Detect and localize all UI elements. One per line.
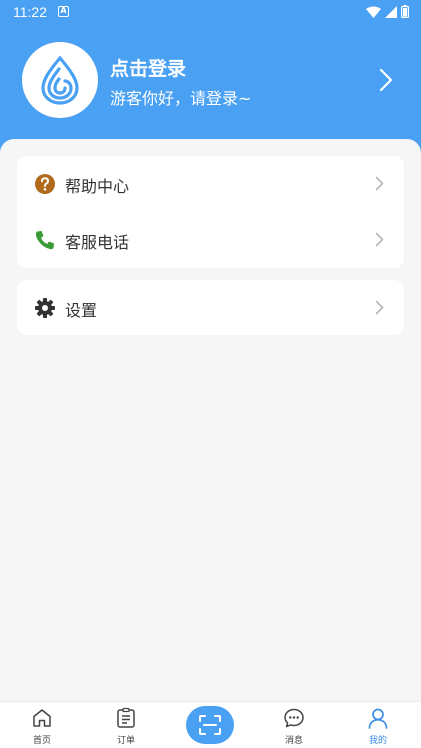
user-icon (368, 708, 388, 729)
phone-icon (35, 231, 54, 250)
avatar (22, 42, 98, 118)
tab-label: 消息 (284, 736, 303, 746)
status-bar: 11:22 A (0, 0, 421, 24)
login-profile[interactable]: 点击登录 游客你好，请登录~ (0, 40, 421, 122)
tab-label: 订单 (116, 736, 135, 746)
settings-card: 设置 (17, 280, 404, 335)
scan-button[interactable] (186, 706, 234, 744)
status-time: 11:22 (13, 4, 47, 20)
content-panel: 帮助中心 客服电话 设置 (0, 139, 421, 701)
menu-item-help-center[interactable]: 帮助中心 (17, 156, 404, 212)
tab-label: 首页 (32, 736, 51, 746)
menu-item-settings[interactable]: 设置 (17, 280, 404, 336)
tab-orders[interactable]: 订单 (84, 702, 168, 748)
tab-home[interactable]: 首页 (0, 702, 84, 748)
chevron-right-icon (375, 232, 384, 247)
water-drop-logo-icon (41, 55, 79, 105)
chevron-right-icon (375, 300, 384, 315)
message-icon (284, 708, 304, 728)
home-icon (33, 709, 51, 727)
status-icons (366, 5, 409, 18)
menu-item-label: 帮助中心 (65, 177, 130, 196)
menu-item-label: 设置 (65, 301, 98, 320)
status-badge: A (58, 6, 69, 17)
order-icon (117, 707, 135, 728)
scan-icon (199, 715, 221, 735)
help-icon (35, 174, 55, 194)
gear-icon (35, 298, 55, 318)
tab-mine[interactable]: 我的 (336, 702, 420, 748)
tab-label: 我的 (368, 736, 387, 746)
wifi-icon (366, 6, 381, 18)
tab-messages[interactable]: 消息 (252, 702, 336, 748)
login-subtitle: 游客你好，请登录~ (110, 89, 252, 108)
signal-icon (385, 5, 397, 18)
menu-item-customer-service[interactable]: 客服电话 (17, 212, 404, 268)
chevron-right-icon (375, 176, 384, 191)
battery-icon (401, 5, 409, 18)
chevron-right-icon (379, 68, 393, 92)
menu-item-label: 客服电话 (65, 233, 130, 252)
menu-card: 帮助中心 客服电话 (17, 156, 404, 268)
login-title: 点击登录 (110, 58, 187, 80)
